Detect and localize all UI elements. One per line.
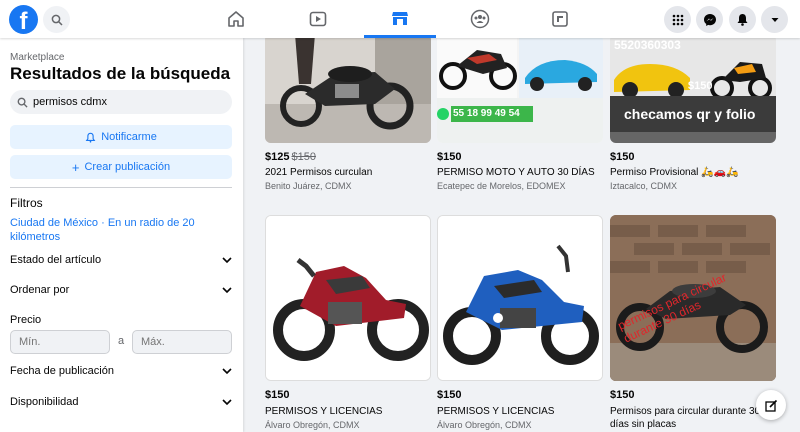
filter-label: Disponibilidad: [10, 396, 79, 408]
listing-title: PERMISOS Y LICENCIAS: [437, 406, 555, 417]
listing-price: $150: [610, 389, 635, 401]
collage-photo: [437, 38, 603, 143]
listing-image: 5520360303 $150 checamos qr y folio: [610, 38, 776, 143]
listing-image: [265, 38, 431, 143]
listing-card[interactable]: 5520360303 $150 checamos qr y folio $150…: [610, 38, 776, 198]
listing-card[interactable]: permisos para circular durante 30 días $…: [610, 215, 776, 432]
account-dropdown-icon: [771, 17, 778, 22]
breadcrumb[interactable]: Marketplace: [10, 52, 64, 63]
listing-title: PERMISOS Y LICENCIAS: [265, 406, 383, 417]
logo-letter: f: [19, 8, 28, 34]
listing-title: 2021 Permisos curculan: [265, 167, 373, 178]
filter-label: Fecha de publicación: [10, 365, 114, 377]
search-input[interactable]: [33, 96, 213, 108]
chevron-down-icon: [222, 399, 232, 406]
listing-card[interactable]: $150 PERMISOS Y LICENCIAS Álvaro Obregón…: [265, 215, 431, 432]
filters-heading: Filtros: [10, 196, 43, 210]
plus-icon: +: [71, 159, 80, 175]
listing-location: Iztacalco, CDMX: [610, 181, 678, 191]
listings-feed: $125 $150 2021 Permisos curculan Benito J…: [243, 38, 800, 432]
bell-icon: [85, 132, 96, 143]
compose-button[interactable]: [756, 390, 786, 420]
create-label: Crear publicación: [84, 161, 171, 173]
groups-icon: [470, 9, 490, 29]
filter-item-sort[interactable]: Ordenar por: [10, 280, 232, 300]
motorcycle-photo: [266, 216, 430, 380]
listing-location: Benito Juárez, CDMX: [265, 181, 352, 191]
notifications-icon: [737, 14, 748, 26]
min-price-field[interactable]: [10, 330, 110, 354]
chevron-down-icon: [222, 257, 232, 264]
create-listing-button[interactable]: + Crear publicación: [10, 155, 232, 179]
notify-label: Notificarme: [101, 131, 157, 143]
max-price-input[interactable]: [141, 336, 221, 348]
page-title: Resultados de la búsqueda: [10, 64, 231, 83]
listing-card[interactable]: $150 PERMISOS Y LICENCIAS Álvaro Obregón…: [437, 215, 603, 432]
divider: [10, 187, 232, 188]
listing-image: [437, 215, 603, 381]
max-price-field[interactable]: [132, 330, 232, 354]
phone-overlay: 55 18 99 49 54: [453, 108, 520, 119]
price-label: Precio: [10, 314, 42, 326]
chevron-down-icon: [222, 287, 232, 294]
notify-button[interactable]: Notificarme: [10, 125, 232, 149]
search-icon: [51, 14, 63, 26]
account-button[interactable]: [761, 6, 788, 33]
listing-location: Álvaro Obregón, CDMX: [265, 420, 360, 430]
listing-location: Álvaro Obregón, CDMX: [437, 420, 532, 430]
price-overlay: $150: [688, 80, 713, 92]
listing-image: [265, 215, 431, 381]
search-button[interactable]: [43, 6, 70, 33]
listing-location: Ecatepec de Morelos, EDOMEX: [437, 181, 566, 191]
facebook-logo[interactable]: f: [9, 5, 38, 34]
listing-price: $150: [437, 151, 462, 163]
messenger-button[interactable]: [696, 6, 723, 33]
filter-label: Estado del artículo: [10, 254, 102, 266]
search-field[interactable]: [10, 90, 232, 114]
listing-price: $150: [437, 389, 462, 401]
motorcycle-photo: [265, 38, 431, 143]
edit-icon: [764, 399, 777, 412]
search-icon: [17, 97, 28, 108]
min-price-input[interactable]: [19, 336, 99, 348]
motorcycle-photo: [438, 216, 602, 380]
chevron-down-icon: [222, 368, 232, 375]
listing-price: $150: [610, 151, 635, 163]
location-filter[interactable]: Ciudad de México · En un radio de 20 kil…: [10, 216, 210, 244]
listing-image: 55 18 99 49 54: [437, 38, 603, 143]
filter-item-date[interactable]: Fecha de publicación: [10, 361, 232, 381]
phone-overlay: 5520360303: [614, 38, 681, 52]
marketplace-sidebar: Marketplace Resultados de la búsqueda No…: [0, 38, 243, 432]
nav-groups[interactable]: [444, 0, 516, 38]
listing-card[interactable]: 55 18 99 49 54 $150 PERMISO MOTO Y AUTO …: [437, 38, 603, 198]
menu-button[interactable]: [664, 6, 691, 33]
menu-grid-icon: [672, 14, 683, 25]
listing-card[interactable]: $125 $150 2021 Permisos curculan Benito J…: [265, 38, 431, 198]
filter-label: Ordenar por: [10, 284, 70, 296]
nav-watch[interactable]: [282, 0, 354, 38]
listing-title: Permiso Provisional 🛵🚗🛵: [610, 167, 739, 178]
listing-price: $125 $150: [265, 151, 316, 163]
notifications-button[interactable]: [729, 6, 756, 33]
old-price: $150: [291, 151, 316, 163]
nav-gaming[interactable]: [524, 0, 596, 38]
gaming-icon: [552, 11, 568, 27]
filter-item-condition[interactable]: Estado del artículo: [10, 250, 232, 270]
listing-image: permisos para circular durante 30 días: [610, 215, 776, 381]
promo-overlay: checamos qr y folio: [624, 106, 756, 122]
price-to-label: a: [118, 335, 125, 347]
nav-home[interactable]: [200, 0, 272, 38]
listing-price: $150: [265, 389, 290, 401]
home-icon: [228, 11, 244, 27]
listing-title: PERMISO MOTO Y AUTO 30 DÍAS: [437, 167, 595, 178]
price-value: $125: [265, 151, 290, 163]
filter-item-availability[interactable]: Disponibilidad: [10, 392, 232, 412]
watch-icon: [309, 11, 327, 27]
top-navigation-bar: f: [0, 0, 800, 38]
messenger-icon: [703, 13, 716, 26]
listing-title: Permisos para circular durante 30 días s…: [610, 406, 761, 430]
nav-marketplace[interactable]: [364, 0, 436, 38]
marketplace-icon: [392, 11, 408, 25]
